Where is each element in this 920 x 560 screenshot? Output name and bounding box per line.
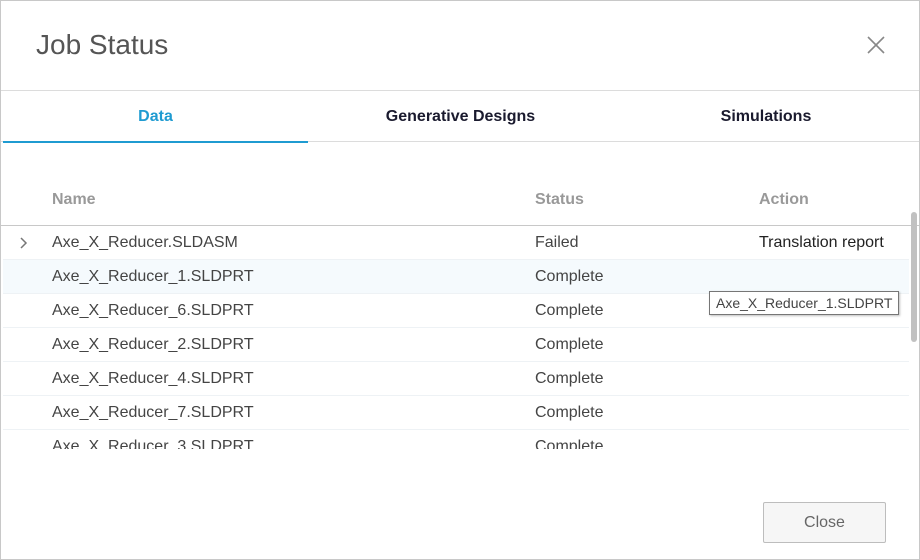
status-text: Failed	[535, 234, 579, 251]
tab-generative-designs[interactable]: Generative Designs	[308, 92, 613, 142]
status-text: Complete	[535, 370, 604, 387]
file-name: Axe_X_Reducer_4.SLDPRT	[52, 370, 254, 387]
file-name: Axe_X_Reducer_3.SLDPRT	[52, 438, 254, 449]
filename-tooltip: Axe_X_Reducer_1.SLDPRT	[709, 291, 900, 315]
table-row[interactable]: Axe_X_Reducer.SLDASM Failed Translation …	[3, 226, 909, 260]
tab-simulations[interactable]: Simulations	[613, 92, 919, 142]
column-header-status: Status	[535, 191, 584, 208]
table-row[interactable]: Axe_X_Reducer_4.SLDPRT Complete	[3, 362, 909, 396]
job-status-dialog: Job Status Data Generative Designs Simul…	[0, 0, 920, 560]
file-name: Axe_X_Reducer_2.SLDPRT	[52, 336, 254, 353]
tab-data[interactable]: Data	[3, 92, 308, 143]
dialog-title: Job Status	[36, 29, 169, 60]
table-row[interactable]: Axe_X_Reducer_1.SLDPRT Complete	[3, 260, 909, 294]
file-name: Axe_X_Reducer_7.SLDPRT	[52, 404, 254, 421]
table-row[interactable]: Axe_X_Reducer_3.SLDPRT Complete	[3, 430, 909, 449]
translation-report-link[interactable]: Translation report	[759, 234, 884, 252]
column-header-action: Action	[759, 191, 809, 208]
scrollbar-thumb[interactable]	[911, 212, 917, 342]
status-text: Complete	[535, 302, 604, 319]
column-header-name: Name	[52, 191, 96, 208]
file-name: Axe_X_Reducer_6.SLDPRT	[52, 302, 254, 319]
close-button[interactable]: Close	[763, 502, 886, 543]
table-header: Name Status Action	[1, 181, 919, 226]
status-text: Complete	[535, 336, 604, 353]
status-text: Complete	[535, 404, 604, 421]
status-text: Complete	[535, 268, 604, 285]
chevron-right-icon[interactable]	[19, 236, 29, 250]
file-name: Axe_X_Reducer_1.SLDPRT	[52, 268, 254, 285]
close-icon[interactable]	[865, 34, 887, 56]
tab-bar: Data Generative Designs Simulations	[1, 92, 919, 143]
vertical-scrollbar[interactable]	[909, 212, 919, 449]
table-row[interactable]: Axe_X_Reducer_2.SLDPRT Complete	[3, 328, 909, 362]
status-text: Complete	[535, 438, 604, 449]
table-body: Axe_X_Reducer.SLDASM Failed Translation …	[3, 226, 909, 449]
dialog-header: Job Status	[1, 1, 919, 91]
file-name: Axe_X_Reducer.SLDASM	[52, 234, 238, 251]
table-row[interactable]: Axe_X_Reducer_7.SLDPRT Complete	[3, 396, 909, 430]
